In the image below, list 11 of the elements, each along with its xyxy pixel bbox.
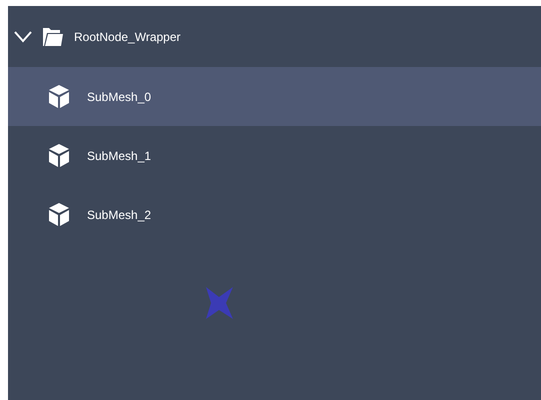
folder-icon — [42, 26, 64, 48]
node-label[interactable]: RootNode_Wrapper — [74, 28, 181, 46]
star-icon — [204, 286, 234, 320]
item-label: SubMesh_1 — [87, 148, 152, 164]
cube-icon — [48, 202, 70, 227]
tree-item[interactable]: SubMesh_0 — [8, 67, 541, 126]
item-label: SubMesh_2 — [87, 206, 152, 224]
cube-icon — [48, 84, 70, 109]
cube-icon — [48, 143, 70, 168]
item-label: SubMesh_0 — [87, 88, 152, 106]
chevron-icon — [14, 30, 32, 42]
